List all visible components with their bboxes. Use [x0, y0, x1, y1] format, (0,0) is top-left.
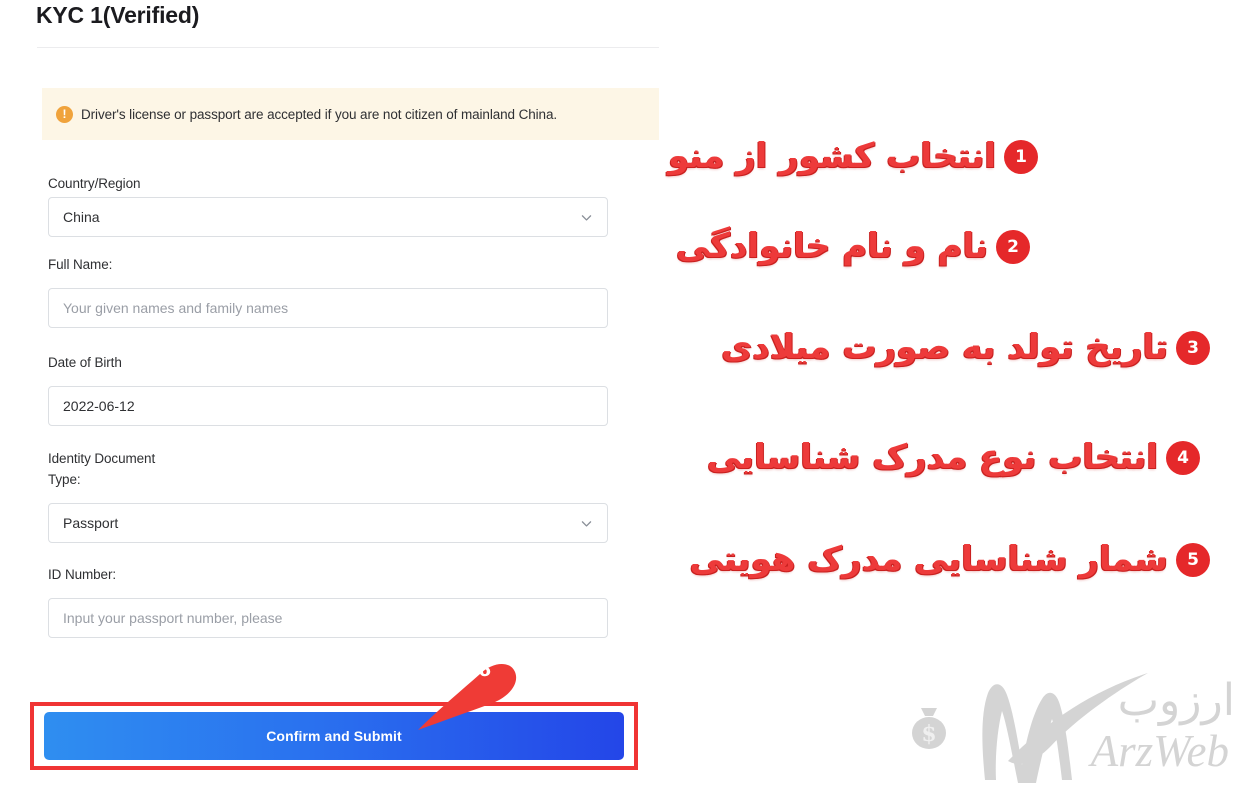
- id-number-input[interactable]: Input your passport number, please: [48, 598, 608, 638]
- annotation-3: 3 تاریخ تولد به صورت میلادی: [721, 327, 1210, 367]
- annotation-3-text: تاریخ تولد به صورت میلادی: [721, 327, 1169, 367]
- id-number-placeholder: Input your passport number, please: [63, 610, 283, 626]
- annotation-5-text: شمار شناسایی مدرک هویتی: [689, 539, 1169, 579]
- date-of-birth-field-label: Date of Birth: [48, 355, 122, 370]
- annotation-1: 1 انتخاب کشور از منو: [668, 136, 1038, 176]
- page-title: KYC 1(Verified): [36, 2, 200, 28]
- chevron-down-icon: [580, 517, 593, 530]
- chevron-down-icon: [580, 211, 593, 224]
- watermark-latin-text: ArzWeb: [1090, 726, 1229, 776]
- annotation-4-badge: 4: [1166, 440, 1200, 475]
- id-type-select-value: Passport: [63, 515, 119, 531]
- arzweb-watermark: $ ارزوب ArzWeb: [890, 655, 1235, 786]
- id-number-field-label: ID Number:: [48, 567, 117, 582]
- full-name-placeholder: Your given names and family names: [63, 300, 289, 316]
- annotation-1-text: انتخاب کشور از منو: [668, 136, 997, 176]
- exclamation-circle-icon: !: [56, 105, 73, 123]
- watermark-persian-text: ارزوب: [1117, 675, 1235, 726]
- full-name-field-label: Full Name:: [48, 257, 113, 272]
- country-field-label: Country/Region: [48, 176, 141, 191]
- annotation-4: 4 انتخاب نوع مدرک شناسایی: [706, 437, 1200, 477]
- annotation-1-badge: 1: [1004, 139, 1038, 174]
- money-bag-icon: $: [912, 708, 946, 749]
- date-of-birth-input[interactable]: 2022-06-12: [48, 386, 608, 426]
- annotation-4-text: انتخاب نوع مدرک شناسایی: [706, 437, 1158, 477]
- annotation-6-badge: 6: [478, 659, 492, 681]
- annotation-2: 2 نام و نام خانوادگی: [675, 226, 1030, 266]
- svg-text:$: $: [921, 721, 936, 747]
- kyc-form-panel: KYC 1(Verified) ! Driver's license or pa…: [0, 0, 662, 786]
- country-select[interactable]: China: [48, 197, 608, 237]
- annotation-3-badge: 3: [1176, 330, 1210, 365]
- date-of-birth-value: 2022-06-12: [63, 398, 135, 414]
- annotation-2-badge: 2: [996, 229, 1030, 264]
- title-divider: [37, 47, 659, 48]
- screenshot-root: KYC 1(Verified) ! Driver's license or pa…: [0, 0, 1235, 786]
- w-swoosh-logo-icon: [982, 673, 1148, 783]
- id-type-select[interactable]: Passport: [48, 503, 608, 543]
- country-select-value: China: [63, 209, 100, 225]
- confirm-and-submit-button[interactable]: Confirm and Submit: [44, 712, 624, 760]
- annotation-5-badge: 5: [1176, 542, 1210, 577]
- kyc-notice-banner: ! Driver's license or passport are accep…: [42, 88, 659, 140]
- kyc-notice-text: Driver's license or passport are accepte…: [81, 106, 558, 122]
- full-name-input[interactable]: Your given names and family names: [48, 288, 608, 328]
- annotation-5: 5 شمار شناسایی مدرک هویتی: [689, 539, 1210, 579]
- annotation-6-arrow: 6: [410, 650, 530, 735]
- annotation-2-text: نام و نام خانوادگی: [675, 226, 988, 266]
- teardrop-arrow-icon: [418, 663, 517, 730]
- id-type-field-label: Identity Document Type:: [48, 451, 156, 487]
